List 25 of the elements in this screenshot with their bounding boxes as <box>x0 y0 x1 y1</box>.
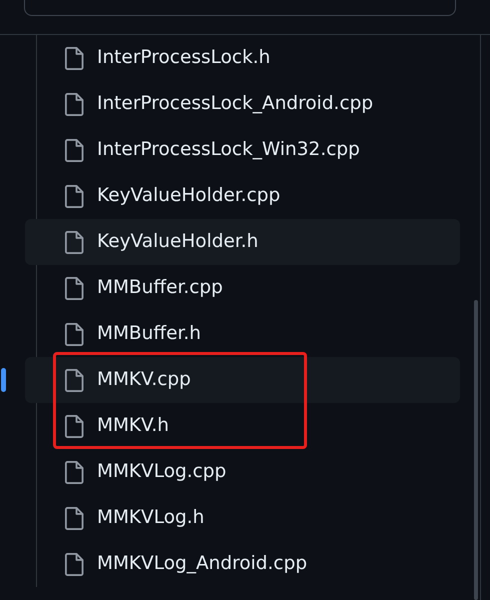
file-icon <box>65 276 84 300</box>
file-tree-item[interactable]: InterProcessLock_Android.cpp <box>25 81 460 127</box>
file-tree-item[interactable]: InterProcessLock_Win32.cpp <box>25 127 460 173</box>
file-icon <box>65 460 84 484</box>
file-icon <box>65 506 84 530</box>
file-icon <box>65 184 84 208</box>
file-icon <box>65 92 84 116</box>
file-tree-item[interactable]: MMBuffer.h <box>25 311 460 357</box>
file-icon <box>65 368 84 392</box>
file-tree-item[interactable]: InterProcessLock.h <box>25 35 460 81</box>
file-tree-item[interactable]: MMKVLog.h <box>25 495 460 541</box>
file-icon <box>65 414 84 438</box>
file-tree-item[interactable]: KeyValueHolder.h <box>25 219 460 265</box>
file-tree-item[interactable]: KeyValueHolder.cpp <box>25 173 460 219</box>
file-icon <box>65 230 84 254</box>
file-icon <box>65 138 84 162</box>
scrollbar-thumb[interactable] <box>474 300 478 600</box>
file-icon <box>65 46 84 70</box>
file-tree-item[interactable]: MMKVLog.cpp <box>25 449 460 495</box>
file-tree-item[interactable]: MMBuffer.cpp <box>25 265 460 311</box>
file-icon <box>65 552 84 576</box>
file-icon <box>65 322 84 346</box>
file-tree-item[interactable]: MMKV.h <box>25 403 460 449</box>
file-tree-item[interactable]: MMKVLog_Android.cpp <box>25 541 460 587</box>
selection-indicator <box>1 368 6 392</box>
